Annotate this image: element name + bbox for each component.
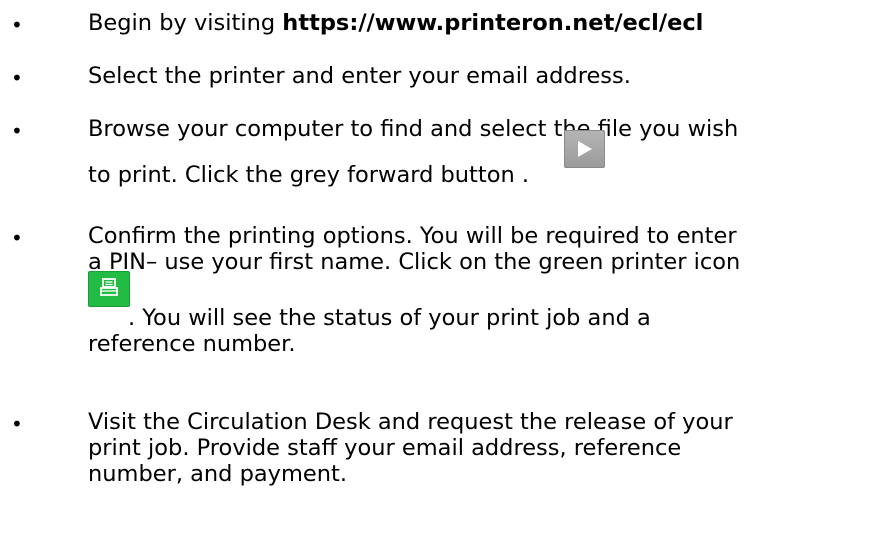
bullet: • — [11, 412, 23, 436]
step-text-line-1: Confirm the printing options. You will b… — [88, 223, 737, 249]
step-text-line-1: Browse your computer to find and select … — [88, 116, 739, 142]
step-text-line-2: a PIN– use your first name. Click on the… — [88, 249, 741, 275]
step-text-line-4: reference number. — [88, 331, 296, 357]
step-text-line-1: Visit the Circulation Desk and request t… — [88, 409, 733, 435]
bullet: • — [11, 66, 23, 90]
printer-icon — [88, 271, 130, 307]
bullet: • — [11, 119, 23, 143]
step-prefix: Begin by visiting — [88, 10, 283, 36]
step-text: Select the printer and enter your email … — [88, 63, 631, 89]
play-forward-icon — [564, 130, 605, 168]
bullet: • — [11, 13, 23, 37]
step-text-line-3: number, and payment. — [88, 461, 347, 487]
step-text-line-2: print job. Provide staff your email addr… — [88, 435, 682, 461]
step-text-line-2: to print. Click the grey forward button … — [88, 130, 868, 188]
bullet: • — [11, 226, 23, 250]
step-text: Begin by visiting https://www.printeron.… — [88, 10, 868, 36]
printeron-url: https://www.printeron.net/ecl/ecl — [282, 10, 704, 36]
instruction-list: • Begin by visiting https://www.printero… — [0, 0, 876, 553]
